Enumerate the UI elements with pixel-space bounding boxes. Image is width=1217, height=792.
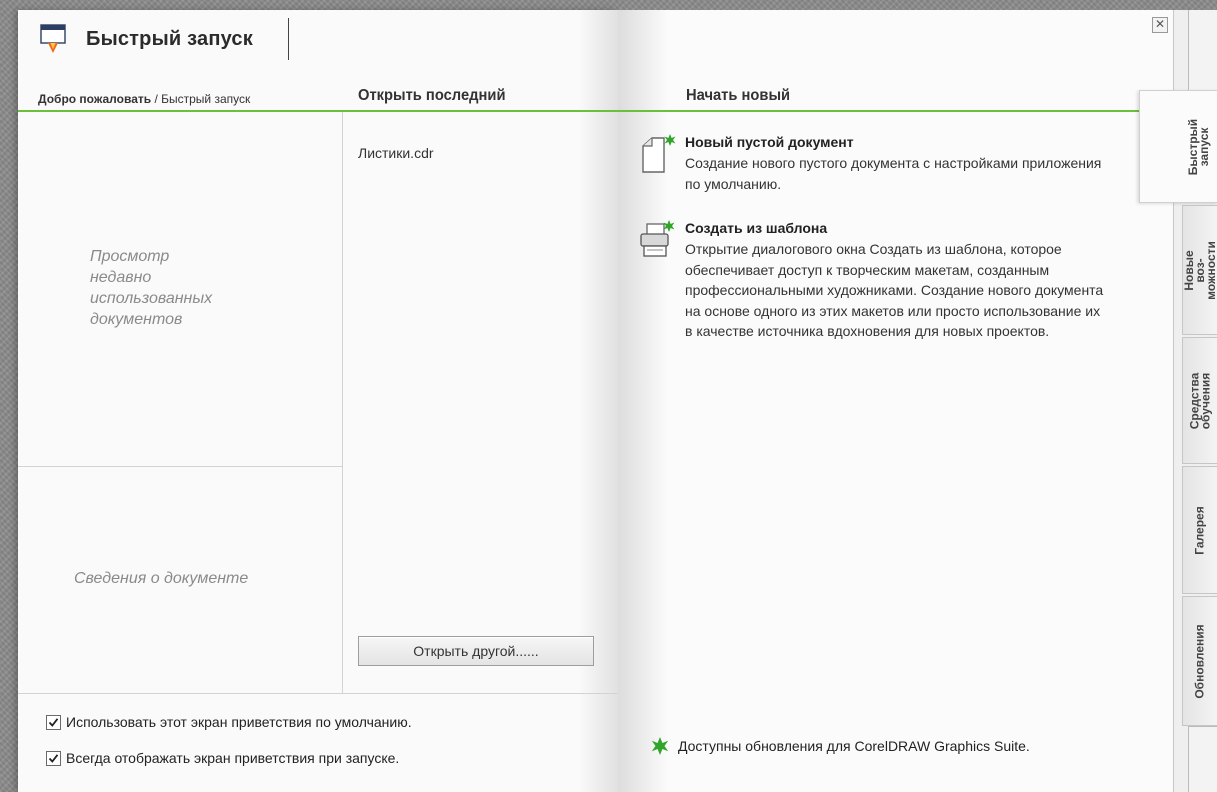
- preview-placeholder: Просмотр недавно использованных документ…: [90, 246, 212, 330]
- side-tab-strip: Быстрый запуск Новые воз- можности Средс…: [1139, 10, 1217, 792]
- tab-learning-tools-label: Средства обучения: [1187, 372, 1213, 429]
- header: Быстрый запуск: [18, 10, 618, 70]
- breadcrumb-home[interactable]: Добро пожаловать: [38, 92, 151, 106]
- panel-divider: [18, 466, 342, 467]
- header-rule-right: [618, 110, 1173, 112]
- recent-file-item[interactable]: Листики.cdr: [358, 145, 434, 161]
- page-title: Быстрый запуск: [86, 28, 253, 50]
- tab-gallery[interactable]: Галерея: [1182, 466, 1217, 594]
- from-template-action[interactable]: Создать из шаблона Открытие диалогового …: [638, 220, 1108, 410]
- tab-whats-new[interactable]: Новые воз- можности: [1182, 205, 1217, 335]
- header-rule-left: [18, 110, 618, 112]
- checkmark-icon: [48, 717, 59, 727]
- tab-updates[interactable]: Обновления: [1182, 596, 1217, 726]
- new-document-icon: [642, 134, 676, 173]
- checkmark-icon: [48, 753, 59, 763]
- tab-quick-start-label: Быстрый запуск: [1186, 118, 1212, 175]
- preview-placeholder-line: документов: [90, 311, 183, 328]
- from-template-title[interactable]: Создать из шаблона: [685, 220, 827, 236]
- use-welcome-default-checkbox[interactable]: [46, 714, 61, 730]
- use-welcome-default-option[interactable]: Использовать этот экран приветствия по у…: [46, 714, 412, 730]
- footer-divider: [18, 693, 618, 694]
- updates-notice[interactable]: Доступны обновления для CorelDRAW Graphi…: [650, 736, 1030, 756]
- quick-start-icon: [40, 24, 66, 53]
- updates-notice-label[interactable]: Доступны обновления для CorelDRAW Graphi…: [678, 738, 1030, 754]
- update-star-icon: [651, 737, 669, 755]
- use-welcome-default-label[interactable]: Использовать этот экран приветствия по у…: [66, 714, 412, 730]
- breadcrumb-current: Быстрый запуск: [161, 92, 251, 106]
- breadcrumb-separator: /: [151, 92, 162, 106]
- tab-learning-tools[interactable]: Средства обучения: [1182, 337, 1217, 464]
- tab-whats-new-label: Новые воз- можности: [1182, 240, 1217, 300]
- show-welcome-on-start-label[interactable]: Всегда отображать экран приветствия при …: [66, 750, 399, 766]
- column-divider: [342, 112, 343, 693]
- template-icon: [640, 220, 675, 257]
- tab-strip-top-frame: [1188, 10, 1217, 100]
- left-page: [18, 10, 618, 792]
- document-info-placeholder: Сведения о документе: [74, 570, 249, 587]
- header-divider: [288, 18, 289, 60]
- new-blank-document-title[interactable]: Новый пустой документ: [685, 134, 854, 150]
- recent-heading: Открыть последний: [358, 87, 506, 104]
- preview-placeholder-line: Просмотр: [90, 248, 170, 265]
- tab-quick-start[interactable]: Быстрый запуск: [1139, 90, 1217, 203]
- from-template-description: Открытие диалогового окна Создать из шаб…: [685, 241, 1104, 339]
- tab-gallery-label: Галерея: [1193, 505, 1207, 555]
- start-new-heading: Начать новый: [686, 87, 791, 104]
- preview-placeholder-line: недавно: [90, 269, 152, 286]
- open-other-button[interactable]: Открыть другой......: [358, 636, 594, 666]
- show-welcome-on-start-checkbox[interactable]: [46, 750, 61, 766]
- tab-updates-label: Обновления: [1193, 623, 1207, 699]
- close-button[interactable]: ✕: [1152, 17, 1168, 33]
- preview-placeholder-line: использованных: [90, 290, 213, 307]
- tab-strip-bottom-frame: [1188, 726, 1217, 792]
- new-blank-document-action[interactable]: Новый пустой документ Создание нового пу…: [638, 134, 1108, 204]
- show-welcome-on-start-option[interactable]: Всегда отображать экран приветствия при …: [46, 750, 399, 766]
- breadcrumb: Добро пожаловать / Быстрый запуск: [38, 92, 250, 106]
- new-blank-document-description: Создание нового пустого документа с наст…: [685, 155, 1102, 192]
